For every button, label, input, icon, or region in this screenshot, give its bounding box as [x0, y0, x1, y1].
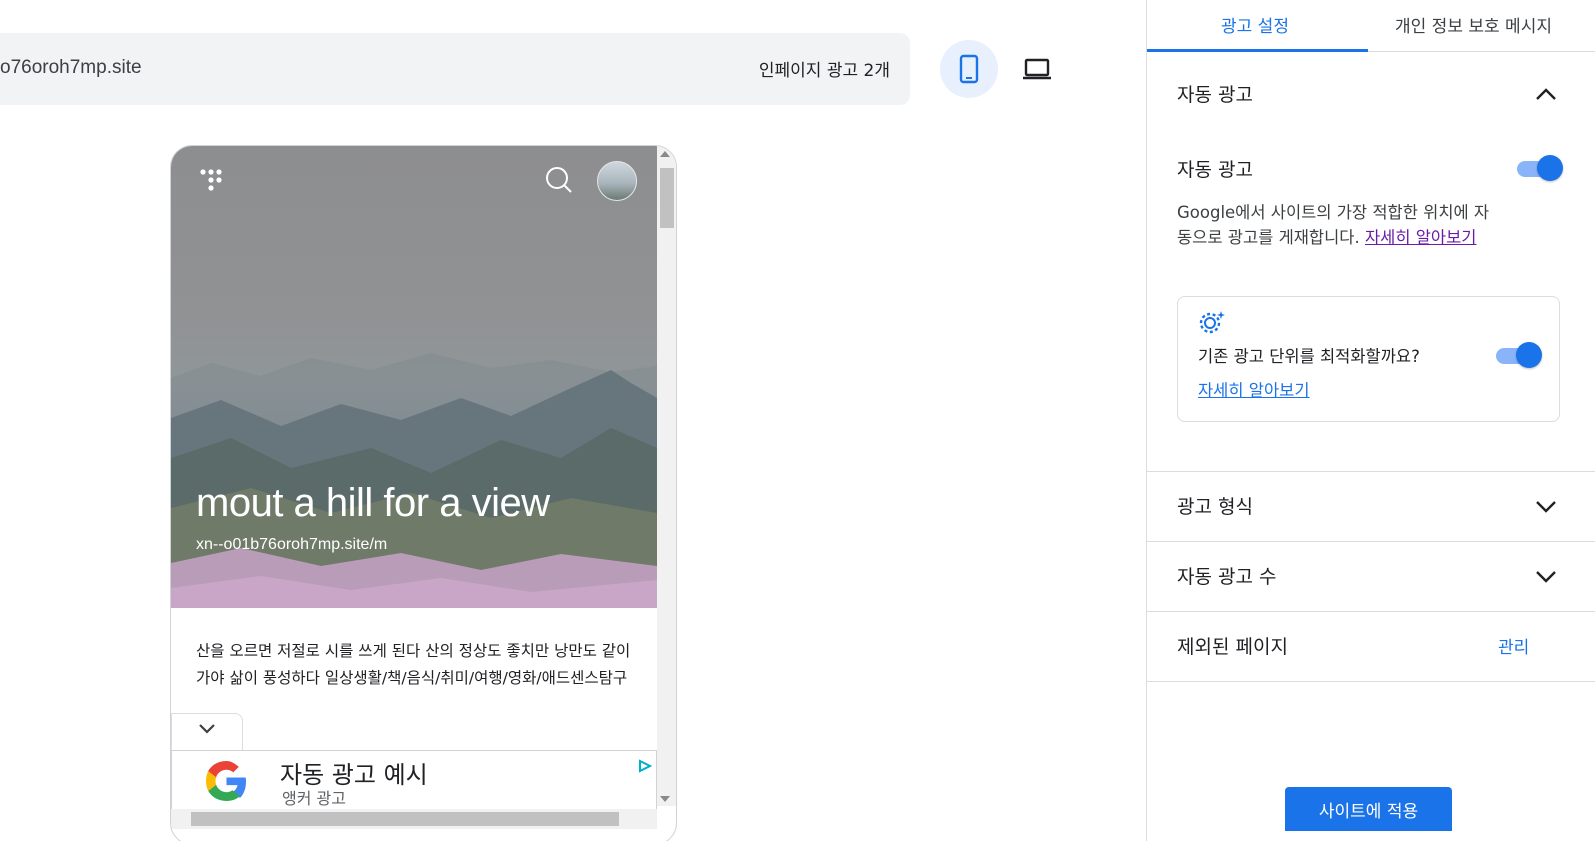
scroll-down-arrow-icon[interactable]: [660, 796, 670, 802]
section-divider: [1147, 541, 1595, 542]
auto-ads-toggle[interactable]: [1517, 154, 1563, 182]
auto-ads-toggle-label: 자동 광고: [1177, 159, 1253, 181]
scroll-up-arrow-icon[interactable]: [660, 151, 670, 157]
tab-privacy-messages[interactable]: 개인 정보 보호 메시지: [1395, 12, 1552, 37]
section-divider: [1147, 471, 1595, 472]
ad-settings-panel: 광고 설정 개인 정보 보호 메시지 자동 광고 자동 광고 Google에서 …: [1146, 0, 1595, 841]
ad-load-section-title[interactable]: 자동 광고 수: [1177, 562, 1276, 589]
optimize-question: 기존 광고 단위를 최적화할까요?: [1198, 347, 1420, 366]
vertical-scrollbar[interactable]: [657, 146, 676, 806]
chevron-down-icon[interactable]: [1533, 567, 1559, 587]
anchor-ad-example[interactable]: 자동 광고 예시 앵커 광고: [171, 750, 657, 810]
sparkle-gear-icon: [1199, 311, 1225, 334]
chevron-down-icon[interactable]: [1533, 497, 1559, 517]
inpage-ad-count: 인페이지 광고 2개: [758, 61, 890, 81]
chevron-down-icon: [199, 724, 215, 734]
mobile-preview-frame: mout a hill for a view xn--o01b76oroh7mp…: [170, 145, 677, 841]
optimize-existing-units-card: 기존 광고 단위를 최적화할까요? 자세히 알아보기: [1177, 296, 1560, 422]
vertical-scroll-thumb[interactable]: [660, 168, 674, 228]
card-learn-more-link[interactable]: 자세히 알아보기: [1198, 377, 1310, 401]
desktop-view-button[interactable]: [1008, 40, 1066, 98]
site-title: mout a hill for a view: [196, 481, 550, 525]
section-divider: [1147, 681, 1595, 682]
chevron-up-icon[interactable]: [1533, 84, 1559, 104]
site-hero: mout a hill for a view xn--o01b76oroh7mp…: [171, 146, 657, 608]
auto-ads-section-title[interactable]: 자동 광고: [1177, 80, 1253, 107]
tab-ad-settings[interactable]: 광고 설정: [1221, 12, 1289, 37]
panel-tabs: 광고 설정 개인 정보 보호 메시지: [1147, 0, 1595, 52]
mobile-view-button[interactable]: [940, 40, 998, 98]
mountain-landscape-image: [171, 353, 657, 608]
active-tab-indicator: [1147, 49, 1368, 52]
site-description: 산을 오르면 저절로 시를 쓰게 된다 산의 정상도 좋치만 낭만도 같이가야 …: [196, 642, 631, 687]
auto-ads-info: Google에서 사이트의 가장 적합한 위치에 자동으로 광고를 게재합니다.…: [1177, 200, 1497, 250]
anchor-collapse-button[interactable]: [171, 713, 243, 753]
ad-preview-screen: o76oroh7mp.site 인페이지 광고 2개 mout a hill f…: [0, 0, 1595, 841]
search-icon[interactable]: [545, 166, 573, 194]
preview-url: o76oroh7mp.site: [0, 57, 142, 78]
apply-to-site-button[interactable]: 사이트에 적용: [1285, 787, 1452, 831]
horizontal-scroll-thumb[interactable]: [191, 812, 619, 826]
ad-formats-section-title[interactable]: 광고 형식: [1177, 492, 1253, 519]
site-subtitle: xn--o01b76oroh7mp.site/m: [196, 536, 388, 553]
preview-url-bar: o76oroh7mp.site 인페이지 광고 2개: [0, 33, 910, 105]
excluded-pages-title: 제외된 페이지: [1177, 636, 1288, 658]
anchor-ad-subtitle: 앵커 광고: [282, 789, 346, 808]
smartphone-icon: [959, 54, 979, 84]
dots-menu-icon[interactable]: [199, 168, 223, 196]
adchoices-icon[interactable]: [638, 759, 652, 773]
avatar[interactable]: [597, 161, 637, 201]
learn-more-link[interactable]: 자세히 알아보기: [1365, 228, 1477, 247]
optimize-units-toggle[interactable]: [1496, 341, 1542, 369]
google-logo-icon: [206, 761, 246, 801]
laptop-icon: [1023, 58, 1051, 80]
manage-excluded-pages-link[interactable]: 관리: [1498, 633, 1529, 658]
section-divider: [1147, 611, 1595, 612]
